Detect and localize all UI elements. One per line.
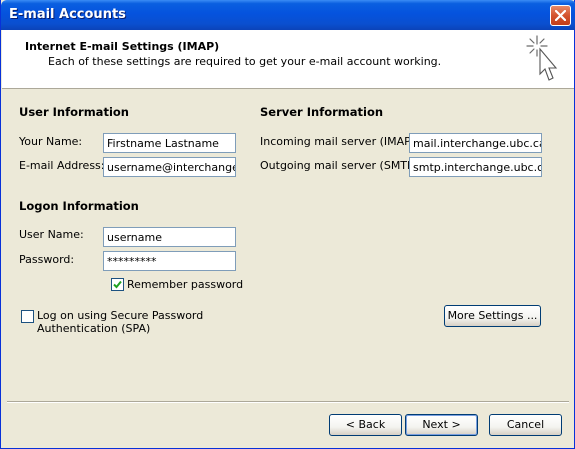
outgoing-server-label: Outgoing mail server (SMTP): (260, 159, 422, 172)
spa-checkbox[interactable] (21, 310, 34, 323)
back-button[interactable]: < Back (329, 414, 402, 436)
password-label: Password: (19, 253, 75, 266)
user-name-field[interactable]: username (103, 227, 236, 247)
outgoing-server-field[interactable]: smtp.interchange.ubc.ca (409, 157, 542, 177)
your-name-field[interactable]: Firstname Lastname (103, 133, 236, 153)
next-button[interactable]: Next > (405, 414, 478, 436)
checkmark-icon (113, 280, 122, 289)
spa-label-line2[interactable]: Authentication (SPA) (37, 322, 150, 335)
incoming-server-field[interactable]: mail.interchange.ubc.ca (409, 133, 542, 153)
close-icon (555, 10, 566, 21)
wizard-header: Internet E-mail Settings (IMAP) Each of … (2, 30, 574, 89)
remember-password-label[interactable]: Remember password (127, 278, 243, 291)
close-button[interactable] (550, 5, 571, 26)
remember-password-checkbox[interactable] (111, 278, 124, 291)
cancel-button[interactable]: Cancel (489, 414, 562, 436)
server-info-heading: Server Information (260, 105, 384, 119)
user-info-heading: User Information (19, 105, 129, 119)
user-name-label: User Name: (19, 228, 84, 241)
email-accounts-dialog: E-mail Accounts Internet E-mail Settings… (0, 0, 575, 449)
footer-separator (7, 401, 569, 403)
incoming-server-label: Incoming mail server (IMAP): (260, 135, 419, 148)
your-name-label: Your Name: (19, 135, 83, 148)
cursor-sparkle-icon (526, 35, 558, 81)
email-address-label: E-mail Address: (19, 159, 105, 172)
more-settings-button[interactable]: More Settings ... (444, 305, 541, 327)
header-subtitle: Each of these settings are required to g… (48, 55, 442, 68)
email-address-field[interactable]: username@interchange.ub (103, 157, 236, 177)
password-field[interactable]: ********* (103, 251, 236, 271)
logon-info-heading: Logon Information (19, 199, 139, 213)
header-title: Internet E-mail Settings (IMAP) (25, 40, 220, 53)
window-title: E-mail Accounts (9, 7, 126, 22)
spa-label-line1[interactable]: Log on using Secure Password (37, 309, 203, 322)
title-bar[interactable]: E-mail Accounts (1, 0, 575, 30)
